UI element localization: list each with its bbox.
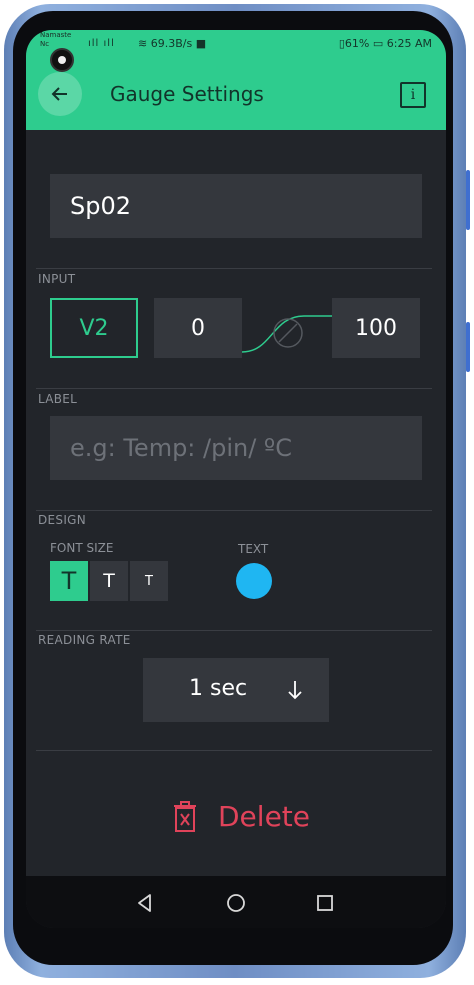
nav-back-icon[interactable]: [134, 892, 156, 914]
delete-label: Delete: [218, 799, 310, 833]
clock: 6:25 AM: [386, 37, 432, 50]
divider: [36, 750, 432, 751]
status-bar: Namaste Nc ıll ıll ≋ 69.3B/s ■ ▯61% ▭ 6:…: [26, 30, 446, 72]
status-right: ▯61% ▭ 6:25 AM: [339, 37, 432, 50]
font-size-medium-glyph: T: [103, 570, 115, 592]
delete-button[interactable]: Delete: [170, 794, 310, 838]
network-speed-value: 69.3B/s: [150, 37, 193, 50]
battery-icon: ▭: [372, 37, 384, 50]
volume-button: [466, 170, 470, 230]
font-size-large-button[interactable]: T: [50, 561, 88, 601]
mapping-curve-icon[interactable]: [242, 302, 332, 358]
nav-recents-icon[interactable]: [314, 892, 336, 914]
design-section-label: DESIGN: [38, 513, 87, 527]
info-icon: i: [410, 87, 416, 103]
arrow-left-icon: [51, 87, 67, 101]
text-color-picker[interactable]: [236, 563, 272, 599]
label-input[interactable]: e.g: Temp: /pin/ ºC: [50, 416, 422, 480]
input-section-label: INPUT: [38, 272, 76, 286]
app-bar: Gauge Settings i: [26, 58, 446, 130]
carrier-name: Namaste Nc: [40, 31, 71, 49]
signal-icon: ıll ıll: [88, 38, 115, 49]
back-button[interactable]: [38, 72, 82, 116]
screen: Namaste Nc ıll ıll ≋ 69.3B/s ■ ▯61% ▭ 6:…: [26, 30, 446, 928]
nav-home-icon[interactable]: [225, 892, 247, 914]
page-title: Gauge Settings: [110, 82, 264, 106]
font-size-medium-button[interactable]: T: [90, 561, 128, 601]
font-size-small-button[interactable]: T: [130, 561, 168, 601]
system-nav-bar: [26, 876, 446, 928]
divider: [36, 268, 432, 269]
min-value-input[interactable]: 0: [154, 298, 242, 358]
divider: [36, 510, 432, 511]
carrier-line-2: Nc: [40, 40, 50, 48]
reading-rate-dropdown[interactable]: 1 sec: [143, 658, 329, 722]
wifi-icon: ≋: [138, 37, 151, 50]
font-size-label: FONT SIZE: [50, 541, 114, 555]
reading-rate-section-label: READING RATE: [38, 633, 131, 647]
battery-percent: 61%: [344, 37, 370, 50]
font-size-large-glyph: T: [61, 567, 77, 595]
arrow-down-icon: [288, 681, 302, 700]
reading-rate-value: 1 sec: [189, 676, 248, 701]
pin-selector[interactable]: V2: [50, 298, 138, 358]
max-value-input[interactable]: 100: [332, 298, 420, 358]
text-color-label: TEXT: [238, 542, 269, 556]
trash-icon: [174, 801, 196, 832]
divider: [36, 630, 432, 631]
camera-hole: [50, 48, 74, 72]
label-section-label: LABEL: [38, 392, 78, 406]
widget-name-input[interactable]: Sp02: [50, 174, 422, 238]
power-button: [466, 322, 470, 372]
network-speed: ≋ 69.3B/s ■: [138, 37, 207, 50]
carrier-line-1: Namaste: [40, 31, 72, 39]
font-size-small-glyph: T: [145, 573, 153, 589]
divider: [36, 388, 432, 389]
info-button[interactable]: i: [400, 82, 426, 108]
